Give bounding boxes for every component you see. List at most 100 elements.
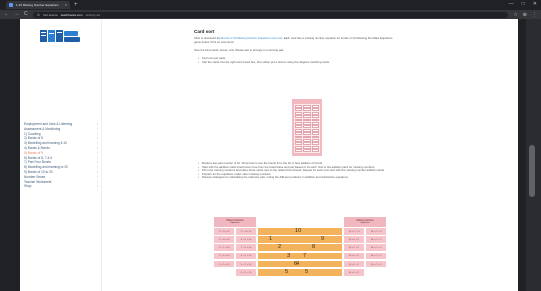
equation-card[interactable]: 10 = ☐ + 5	[366, 260, 386, 268]
number-bond-bar: 28	[258, 244, 342, 251]
chevron-right-icon: ›	[96, 150, 98, 155]
viewport: Employment and Jobs & Listening › Assessme…	[0, 19, 541, 291]
maximize-icon[interactable]: □	[522, 1, 525, 7]
equation-card[interactable]: 6 + ☐ = 10	[236, 252, 256, 260]
bullet-item: Sort the cards into the right card mixed…	[198, 60, 398, 65]
browser-tab[interactable]: 1-10 Missing Number Equations ×	[6, 1, 70, 9]
instruction-text: Give the Find cards, eleven only. Please…	[194, 48, 285, 52]
equation-card[interactable]: 10 = ☐ + 2	[366, 236, 386, 243]
equation-card[interactable]: 10 = ☐ + 3	[366, 244, 386, 251]
url-host: teachbooks.com	[60, 12, 83, 17]
equation-card[interactable]: ☐ + 7 = 10	[214, 244, 234, 251]
sidebar-item[interactable]: Shop ›	[24, 184, 98, 188]
right-board-header: Missing Number Equations	[344, 217, 386, 227]
sidebar-item[interactable]: Assessment & Monitoring ›	[24, 127, 98, 131]
game-row: ☐ + 6 = 10 6 + ☐ = 10 3 7 10 = 6 + ☐ 10 = ☐ +…	[214, 252, 386, 260]
extension-icon[interactable]: ⊕	[523, 12, 527, 18]
game-row: ☐ + 7 = 10 7 + ☐ = 10 2 8 10 = 7 + ☐ 10 = ☐ +…	[214, 244, 386, 251]
window-controls: — □ ✕	[509, 1, 537, 7]
sidebar-item-label: 6) Bonds of 8, 7 & 6	[24, 155, 53, 160]
chevron-right-icon: ›	[96, 131, 98, 136]
sidebar-item-label: Assessment & Monitoring	[24, 126, 61, 131]
sidebar-item-label: Number Sense	[24, 174, 46, 179]
equation-card[interactable]: ☐ + 9 = 10	[236, 228, 256, 235]
sidebar-item[interactable]: 7) Part Four Bonds ›	[24, 160, 98, 164]
close-window-icon[interactable]: ✕	[533, 1, 537, 7]
equation-card[interactable]: 10 = ☐ + 9	[344, 228, 364, 235]
bookmark-star-icon[interactable]: ☆	[513, 12, 517, 18]
new-tab-button[interactable]: +	[74, 2, 78, 8]
equation-card[interactable]: 10 = ☐ + 4	[366, 252, 386, 260]
forward-icon[interactable]: →	[14, 12, 19, 17]
bond-number: 10	[295, 228, 302, 234]
chevron-right-icon: ›	[96, 179, 98, 184]
preview-row	[295, 149, 319, 152]
address-bar[interactable]: ⚠ Not secure teachbooks.com /activity-2d	[32, 11, 509, 18]
sidebar-item[interactable]: 4) Bonds & Bonds ›	[24, 146, 98, 150]
sidebar: Employment and Jobs & Listening › Assessme…	[20, 19, 102, 291]
chevron-right-icon: ›	[96, 141, 98, 146]
sidebar-item-label: 3) Modelling and learning 5-10	[24, 141, 68, 146]
back-icon[interactable]: ←	[4, 12, 9, 17]
sidebar-item[interactable]: Teacher Worksheet ›	[24, 180, 98, 184]
close-tab-icon[interactable]: ×	[65, 3, 67, 7]
equation-card[interactable]: 10 = 8 + ☐	[344, 236, 364, 243]
bond-number: 9	[321, 236, 325, 243]
equation-card[interactable]: 10 = 5 + ☐	[344, 260, 364, 268]
sidebar-item-label: 1) Counting	[24, 131, 41, 136]
equation-card[interactable]: ☐ + 5 = 10	[214, 260, 234, 268]
equation-card[interactable]: 7 + ☐ = 10	[236, 244, 256, 251]
bond-number: 5	[285, 269, 289, 275]
chevron-right-icon: ›	[96, 160, 98, 165]
chevron-right-icon: ›	[96, 174, 98, 179]
sidebar-item-label: 2) Bonds of 5	[24, 136, 43, 141]
bond-number: 7	[303, 252, 307, 259]
card-sort-preview[interactable]	[292, 99, 322, 156]
menu-icon[interactable]: ⋮	[532, 12, 537, 18]
sidebar-item-label: Teacher Worksheet	[24, 179, 52, 184]
sidebar-item[interactable]: 6) Bonds of 8, 7 & 6 ›	[24, 156, 98, 160]
equation-card[interactable]: 5 + ☐ = 10	[236, 269, 256, 276]
sidebar-item[interactable]: Number Sense ›	[24, 175, 98, 179]
sidebar-item[interactable]: 1) Counting ›	[24, 132, 98, 136]
sidebar-item[interactable]: 9) Bonds of 10 to 20 ›	[24, 170, 98, 174]
number-bond-bar: 46	[258, 260, 342, 268]
scrollbar-thumb[interactable]	[529, 145, 535, 197]
equation-card[interactable]: 5 + ☐ = 10	[236, 260, 256, 268]
bond-number: 8	[312, 244, 316, 251]
sidebar-item-label: Employment and Jobs & Listening	[24, 122, 73, 126]
sidebar-item-label: 8) Modelling and learning to 20	[24, 165, 68, 170]
equation-card[interactable]: 10 = 5 + ☐	[344, 269, 364, 276]
equation-card[interactable]: 10 = ☐ + 9	[366, 228, 386, 235]
minimize-icon[interactable]: —	[509, 1, 514, 7]
reload-icon[interactable]: C	[24, 12, 28, 17]
equation-card[interactable]: 8 + ☐ = 10	[236, 236, 256, 243]
security-label: Not secure	[43, 12, 58, 17]
site-logo[interactable]	[40, 27, 82, 45]
game-row: ☐ + 5 = 10 5 + ☐ = 10 4 6 10 = 5 + ☐ 10 = ☐ +…	[214, 260, 386, 268]
sidebar-item[interactable]: 8) Modelling and learning to 20 ›	[24, 165, 98, 169]
equation-card[interactable]: ☐ + 6 = 10	[214, 252, 234, 260]
chevron-right-icon: ›	[96, 155, 98, 160]
equation-card[interactable]: 10 = 7 + ☐	[344, 244, 364, 251]
equation-card[interactable]: ☐ + 8 = 10	[214, 236, 234, 243]
browser-toolbar: ← → C ⚠ Not secure teachbooks.com /activ…	[0, 10, 541, 19]
sidebar-nav: Employment and Jobs & Listening › Assessme…	[24, 122, 98, 189]
left-board-header: Missing Number Equations	[214, 217, 256, 227]
number-bond-bar: 37	[258, 252, 342, 260]
sidebar-item[interactable]: Employment and Jobs & Listening ›	[24, 122, 98, 126]
web-page: Employment and Jobs & Listening › Assessme…	[20, 19, 518, 291]
warning-icon: ⚠	[36, 12, 41, 17]
sidebar-item[interactable]: 2) Bonds of 5 ›	[24, 136, 98, 140]
toolbar-icons: ☆ ⊕ ⋮	[513, 12, 537, 18]
sidebar-item[interactable]: 5) Bonds of 9 ›	[24, 151, 98, 155]
bullet-item: Discuss strategies for calculating the u…	[198, 176, 398, 180]
preview-card	[303, 149, 311, 152]
equation-card[interactable]: 10 = 6 + ☐	[344, 252, 364, 260]
page-scrollbar[interactable]	[526, 19, 541, 291]
game-row: ☐ + 8 = 10 8 + ☐ = 10 1 9 10 = 8 + ☐ 10 = ☐ +…	[214, 236, 386, 243]
bond-number: 1	[269, 236, 273, 243]
equation-card[interactable]: ☐ + 9 = 10	[214, 228, 234, 235]
sidebar-item[interactable]: 3) Modelling and learning 5-10 ›	[24, 141, 98, 145]
tab-title: 1-10 Missing Number Equations	[16, 3, 59, 7]
